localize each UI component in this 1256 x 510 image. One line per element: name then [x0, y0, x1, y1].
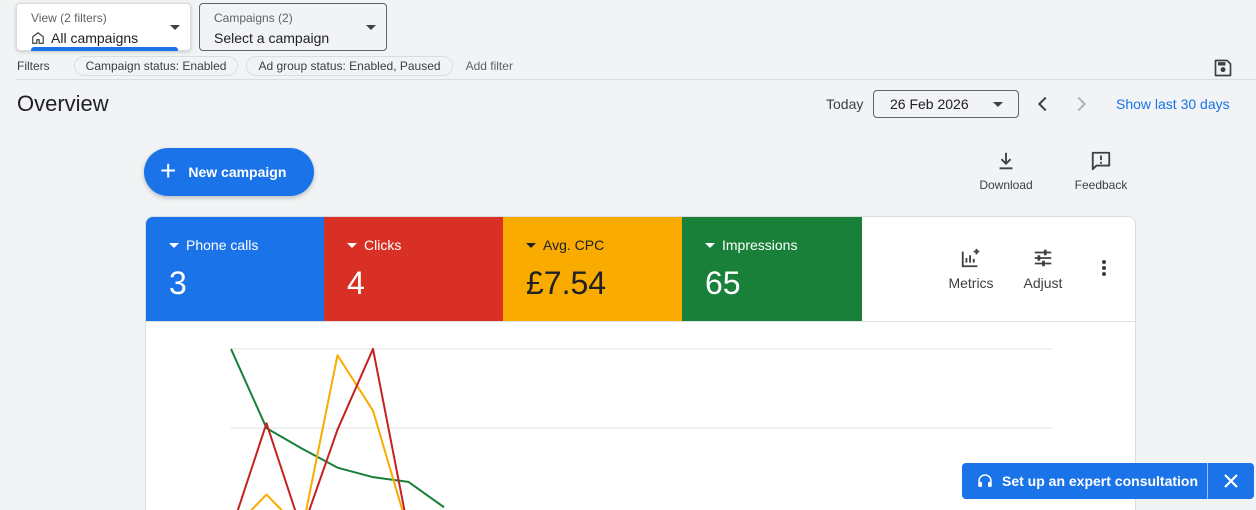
feedback-icon — [1091, 151, 1111, 171]
download-label: Download — [979, 178, 1033, 192]
show-last-30-days-link[interactable]: Show last 30 days — [1116, 96, 1230, 112]
home-icon — [32, 32, 44, 44]
scorecard-value: 65 — [705, 265, 741, 301]
today-label: Today — [826, 96, 864, 112]
expert-consultation-banner: Set up an expert consultation — [962, 463, 1254, 499]
chevron-right-icon[interactable] — [1070, 93, 1092, 115]
filter-chip-campaign-status[interactable]: Campaign status: Enabled — [73, 56, 239, 76]
dropdown-triangle-icon — [169, 242, 179, 248]
new-campaign-button[interactable]: + New campaign — [144, 148, 314, 196]
download-button[interactable]: Download — [975, 150, 1037, 192]
expert-consultation-label: Set up an expert consultation — [1002, 473, 1199, 489]
more-options-icon[interactable] — [1101, 259, 1107, 277]
feedback-button[interactable]: Feedback — [1070, 150, 1132, 192]
chevron-down-icon — [366, 25, 376, 30]
scorecard-avg-cpc[interactable]: Avg. CPC £7.54 — [503, 217, 682, 321]
adjust-label: Adjust — [1023, 275, 1063, 291]
dropdown-triangle-icon — [705, 242, 715, 248]
chevron-down-icon — [170, 25, 180, 30]
scorecard-clicks[interactable]: Clicks 4 — [324, 217, 503, 321]
dropdown-triangle-icon — [526, 242, 536, 248]
close-icon — [1224, 474, 1238, 488]
chart-series-line-2 — [236, 347, 406, 510]
view-selector-caption: View (2 filters) — [31, 11, 107, 25]
filters-bar: Filters Campaign status: Enabled Ad grou… — [17, 55, 513, 77]
header-divider — [16, 79, 1256, 80]
dropdown-triangle-icon — [347, 242, 357, 248]
close-button[interactable] — [1208, 463, 1254, 499]
adjust-icon — [1034, 249, 1052, 267]
metrics-button[interactable]: Metrics — [941, 247, 1001, 291]
scorecard-label: Impressions — [722, 237, 798, 253]
add-filter-link[interactable]: Add filter — [466, 59, 513, 73]
download-icon — [999, 152, 1013, 170]
campaign-selector-value: Select a campaign — [214, 30, 330, 46]
date-picker[interactable]: 26 Feb 2026 — [873, 90, 1019, 118]
scorecard-label: Phone calls — [186, 237, 259, 253]
expert-consultation-button[interactable]: Set up an expert consultation — [962, 463, 1207, 499]
scorecard-value: £7.54 — [526, 265, 607, 301]
new-campaign-label: New campaign — [188, 164, 287, 180]
campaign-selector-caption: Campaigns (2) — [214, 11, 293, 25]
scorecard-value: 3 — [169, 265, 187, 301]
view-selector-value: All campaigns — [51, 30, 139, 46]
scorecard-phone-calls[interactable]: Phone calls 3 — [146, 217, 324, 321]
feedback-label: Feedback — [1074, 178, 1128, 192]
metrics-icon — [961, 248, 980, 268]
plus-icon: + — [160, 154, 177, 186]
headset-icon — [978, 474, 992, 487]
scorecard-label: Avg. CPC — [543, 237, 605, 253]
scorecard-impressions[interactable]: Impressions 65 — [682, 217, 862, 321]
adjust-button[interactable]: Adjust — [1013, 247, 1073, 291]
filters-label: Filters — [17, 59, 50, 73]
campaign-selector[interactable]: Campaigns (2) Select a campaign — [199, 3, 387, 51]
view-selector[interactable]: View (2 filters) All campaigns — [16, 3, 191, 51]
active-indicator — [31, 47, 178, 51]
save-icon[interactable] — [1213, 58, 1233, 78]
page-title: Overview — [17, 91, 109, 116]
filter-chip-ad-group-status[interactable]: Ad group status: Enabled, Paused — [246, 56, 453, 76]
chevron-down-icon — [993, 102, 1003, 107]
metrics-label: Metrics — [948, 275, 994, 291]
chevron-left-icon[interactable] — [1032, 93, 1054, 115]
date-value: 26 Feb 2026 — [890, 96, 969, 112]
scorecard-label: Clicks — [364, 237, 402, 253]
scorecard-value: 4 — [347, 265, 365, 301]
